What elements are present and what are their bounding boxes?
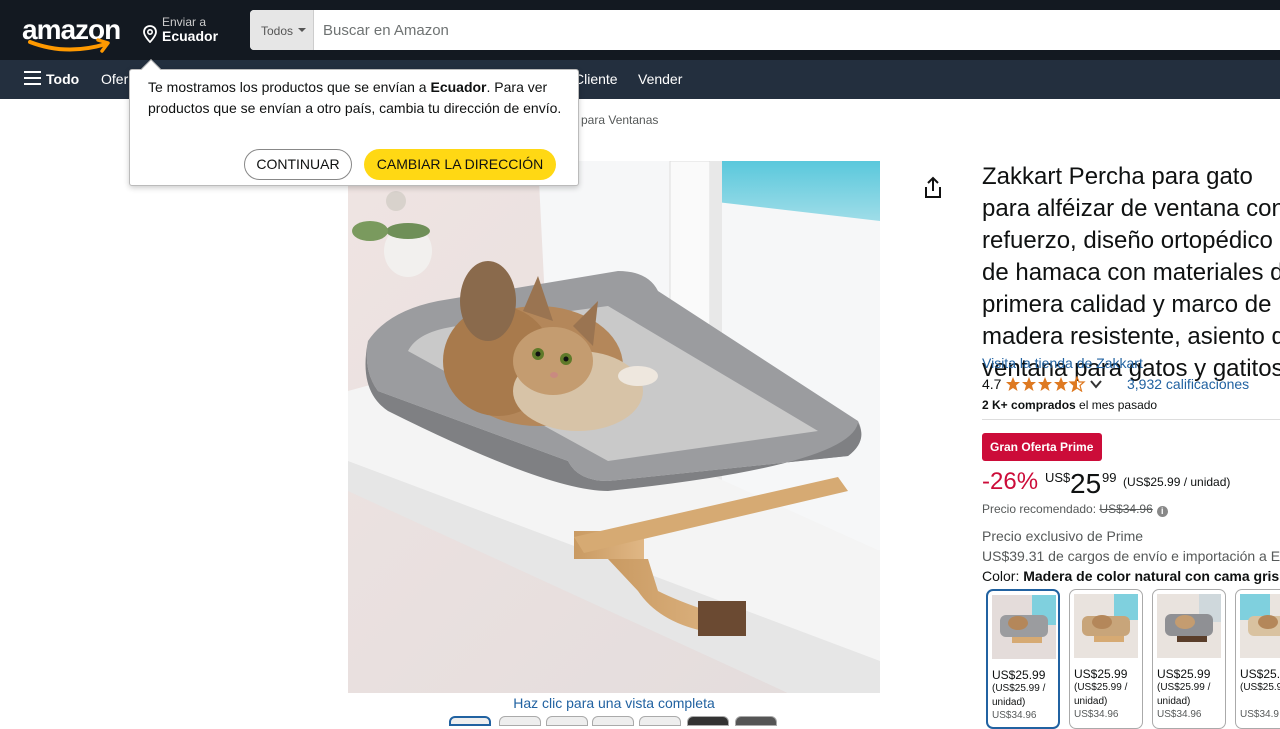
color-swatch[interactable]: US$25.99 (US$25.99 / unidad) US$34.96 xyxy=(986,589,1060,729)
shipping-cost: US$39.31 de cargos de envío e importació… xyxy=(982,548,1280,564)
product-title: Zakkart Percha para gato para alféizar d… xyxy=(982,163,1280,382)
color-swatch[interactable]: US$25. (US$25.9 / US$34.9 xyxy=(1235,589,1280,729)
rating-value: 4.7 xyxy=(982,376,1002,392)
unit-price: (US$25.99 / unidad) xyxy=(1123,475,1231,489)
search-category-label: Todos xyxy=(261,24,294,38)
chevron-down-icon xyxy=(298,28,306,32)
deliver-label: Enviar a xyxy=(162,15,207,29)
thumbnail[interactable] xyxy=(499,716,541,726)
continue-button[interactable]: CONTINUAR xyxy=(244,149,352,180)
price-fraction: 99 xyxy=(1102,470,1117,485)
info-icon[interactable]: i xyxy=(1156,506,1168,517)
swatch-image xyxy=(1240,594,1280,658)
swatch-old-price: US$34.96 xyxy=(1074,709,1119,720)
nav-item-ofertas[interactable]: Ofer xyxy=(101,71,128,87)
swatch-image xyxy=(1157,594,1221,658)
popover-message: Te mostramos los productos que se envían… xyxy=(148,79,562,116)
product-main-image[interactable] xyxy=(348,161,880,693)
search-input[interactable] xyxy=(314,10,1280,50)
share-icon[interactable] xyxy=(922,176,944,200)
chevron-down-icon[interactable] xyxy=(1089,377,1103,391)
thumbnail[interactable] xyxy=(639,716,681,726)
swatch-old-price: US$34.96 xyxy=(992,710,1037,721)
thumbnail[interactable] xyxy=(592,716,634,726)
swatch-unit-price: (US$25.99 / unidad) xyxy=(1157,682,1211,707)
swatch-price: US$25. xyxy=(1240,667,1280,681)
breadcrumb[interactable]: para Ventanas xyxy=(581,113,658,127)
swatch-price: US$25.99 xyxy=(1074,667,1128,681)
search-category-select[interactable]: Todos xyxy=(250,10,314,50)
nav-all-menu[interactable]: Todo xyxy=(46,71,79,87)
change-address-button[interactable]: CAMBIAR LA DIRECCIÓN xyxy=(364,149,556,180)
top-header: amazon Enviar a Ecuador Todos xyxy=(0,0,1280,60)
nav-item-vender[interactable]: Vender xyxy=(638,71,682,87)
store-link[interactable]: Visita la tienda de Zakkart xyxy=(982,355,1143,371)
thumbnail[interactable] xyxy=(735,716,777,726)
star-rating-icon[interactable] xyxy=(1005,376,1087,392)
ratings-count-link[interactable]: 3,932 calificaciones xyxy=(1127,376,1249,392)
price-currency: US$ xyxy=(1045,470,1071,485)
hamburger-menu-icon[interactable] xyxy=(24,71,41,89)
full-view-link[interactable]: Haz clic para una vista completa xyxy=(348,695,880,711)
smile-arrow-icon xyxy=(28,38,110,53)
location-pin-icon xyxy=(143,25,157,43)
bought-last-month: 2 K+ comprados el mes pasado xyxy=(982,398,1158,412)
thumbnail[interactable] xyxy=(546,716,588,726)
amazon-logo[interactable]: amazon xyxy=(22,12,122,53)
swatch-unit-price: (US$25.99 / unidad) xyxy=(992,683,1046,708)
swatch-price: US$25.99 xyxy=(1157,667,1211,681)
swatch-image xyxy=(1074,594,1138,658)
thumbnail[interactable] xyxy=(449,716,491,726)
swatch-price: US$25.99 xyxy=(992,668,1046,682)
deal-badge: Gran Oferta Prime xyxy=(982,433,1102,461)
swatch-old-price: US$34.9 xyxy=(1240,709,1279,720)
thumbnail[interactable] xyxy=(687,716,729,726)
swatch-unit-price: (US$25.9 / xyxy=(1240,682,1280,693)
prime-exclusive-text: Precio exclusivo de Prime xyxy=(982,528,1144,544)
recommended-price: Precio recomendado: US$34.96 i xyxy=(982,502,1168,517)
discount-percent: -26% xyxy=(982,468,1039,495)
cat-window-perch-image xyxy=(348,161,880,693)
price-whole: 25 xyxy=(1070,468,1102,499)
search-bar: Todos xyxy=(250,10,1280,50)
swatch-unit-price: (US$25.99 / unidad) xyxy=(1074,682,1128,707)
color-swatch[interactable]: US$25.99 (US$25.99 / unidad) US$34.96 xyxy=(1069,589,1143,729)
delivery-location-popover: Te mostramos los productos que se envían… xyxy=(129,59,579,186)
color-swatch[interactable]: US$25.99 (US$25.99 / unidad) US$34.96 xyxy=(1152,589,1226,729)
divider xyxy=(982,419,1280,420)
nav-item-cliente[interactable]: Cliente xyxy=(574,71,618,87)
deliver-country: Ecuador xyxy=(162,28,219,44)
swatch-image xyxy=(992,595,1056,659)
swatch-old-price: US$34.96 xyxy=(1157,709,1202,720)
color-selection: Color: Madera de color natural con cama … xyxy=(982,568,1280,584)
